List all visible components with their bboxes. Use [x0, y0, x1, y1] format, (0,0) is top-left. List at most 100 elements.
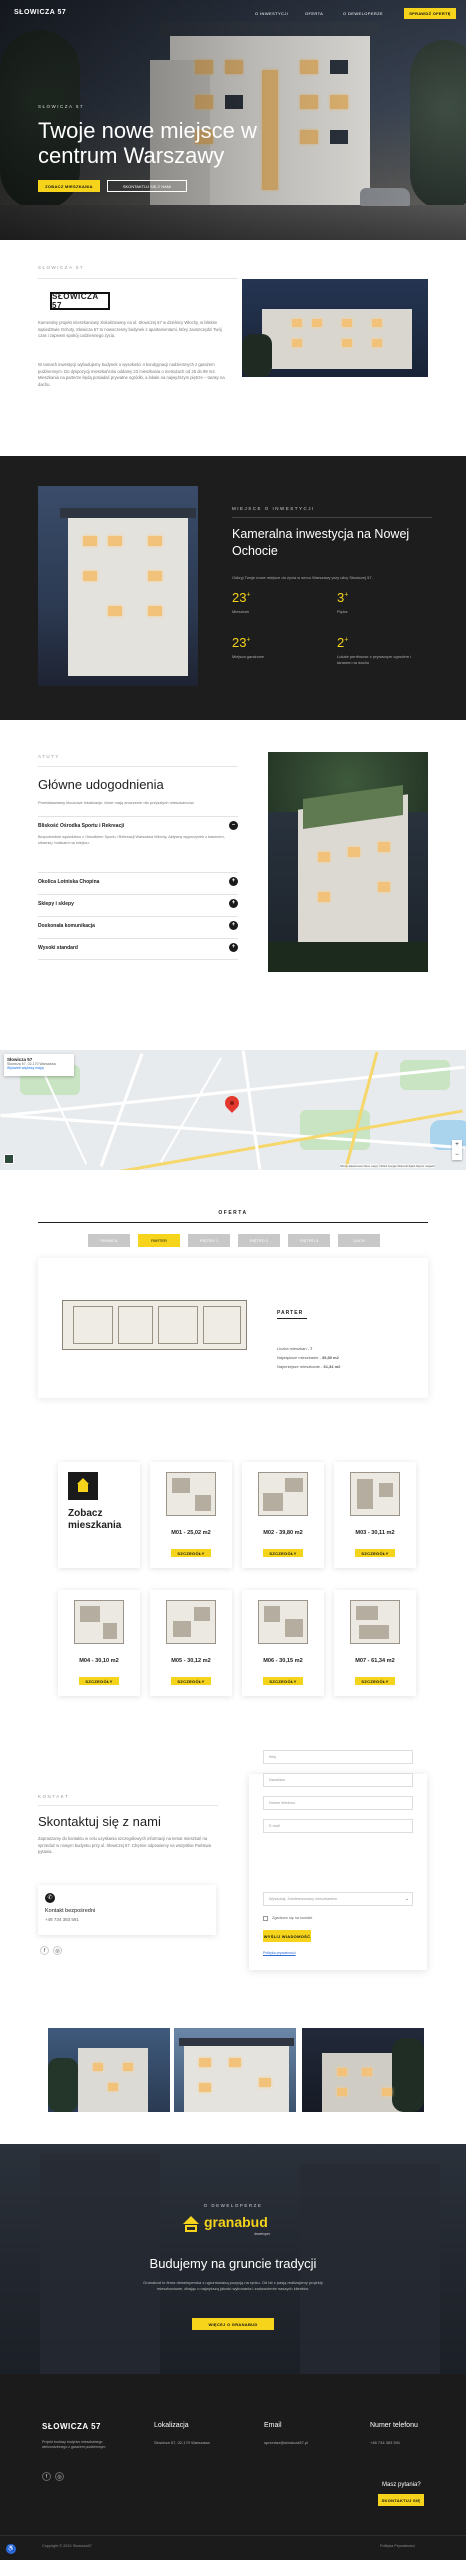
map-larger-link[interactable]: Wyświetl większą mapę	[7, 1066, 71, 1070]
accordion-toggle-icon[interactable]: +	[229, 921, 238, 930]
hero-secondary-button[interactable]: SKONTAKTUJ SIĘ Z NAMI	[107, 180, 187, 192]
gallery-image-2[interactable]	[174, 2028, 296, 2112]
nav-link-developer[interactable]: O DEWELOPERZE	[343, 11, 383, 16]
unit-card-m04[interactable]: M04 - 30,10 m2 SZCZEGÓŁY	[58, 1590, 140, 1696]
tab-ground-floor[interactable]: PARTER	[138, 1234, 180, 1247]
invest-window	[148, 606, 162, 616]
stat-1-label: Mieszkań	[232, 609, 249, 614]
nav-link-offer[interactable]: OFERTA	[305, 11, 323, 16]
unit-card-m05[interactable]: M05 - 30,12 m2 SZCZEGÓŁY	[150, 1590, 232, 1696]
form-last-name[interactable]: Nazwisko	[263, 1773, 413, 1787]
about-tree	[242, 334, 272, 377]
amenity-item-shops[interactable]: Sklepy i sklepy +	[38, 894, 238, 916]
invest-eyebrow: MIEJSCE O INWESTYCJI	[232, 506, 315, 511]
nav-link-investment[interactable]: O INWESTYCJI	[255, 11, 288, 16]
amenity-item-sport[interactable]: Bliskość Ośrodka Sportu i Rekreacji – Be…	[38, 816, 238, 874]
instagram-icon[interactable]: ◎	[53, 1946, 62, 1955]
about-paragraph-2: W ramach inwestycji wybudujemy budynek o…	[38, 362, 225, 387]
form-select[interactable]: Wyszukaj: Zainteresowany mieszkaniem	[263, 1892, 413, 1906]
facebook-icon[interactable]: f	[40, 1946, 49, 1955]
invest-window	[83, 571, 97, 581]
aerial-window	[318, 852, 330, 862]
footer-privacy-link[interactable]: Polityka Prywatności	[380, 2544, 415, 2548]
form-submit-button[interactable]: WYŚLIJ WIADOMOŚĆ	[263, 1930, 311, 1942]
tab-floor-3[interactable]: PIĘTRO 3	[288, 1234, 330, 1247]
tab-floor-2[interactable]: PIĘTRO 2	[238, 1234, 280, 1247]
unit-details-button[interactable]: SZCZEGÓŁY	[171, 1677, 211, 1685]
unit-name: M04 - 30,10 m2	[79, 1658, 119, 1664]
gallery-window	[362, 2068, 372, 2076]
amenity-item-standard[interactable]: Wysoki standard +	[38, 938, 238, 960]
gallery-image-1[interactable]	[48, 2028, 170, 2112]
gallery-window	[93, 2063, 103, 2071]
unit-card-m03[interactable]: M03 - 30,11 m2 SZCZEGÓŁY	[334, 1462, 416, 1568]
unit-name: M02 - 39,80 m2	[263, 1530, 303, 1536]
offer-heading: OFERTA	[218, 1210, 248, 1216]
nav-cta-button[interactable]: SPRAWDŹ OFERTĘ	[404, 8, 456, 19]
unit-name: M06 - 30,15 m2	[263, 1658, 303, 1664]
footer	[0, 2374, 466, 2560]
amenity-item-transport[interactable]: Doskonała komunikacja +	[38, 916, 238, 938]
gallery-window	[382, 2088, 392, 2096]
footer-email-link[interactable]: sprzedaz@slowicza57.pl	[264, 2440, 308, 2445]
footer-facebook-icon[interactable]: f	[42, 2472, 51, 2481]
unit-card-m02[interactable]: M02 - 39,80 m2 SZCZEGÓŁY	[242, 1462, 324, 1568]
map-road	[99, 1053, 144, 1167]
stat-3-label: Miejsca garażowe	[232, 654, 265, 659]
form-first-name[interactable]: Imię	[263, 1750, 413, 1764]
unit-details-button[interactable]: SZCZEGÓŁY	[79, 1677, 119, 1685]
footer-logo[interactable]: SŁOWICZA 57	[42, 2422, 101, 2431]
invest-window	[108, 536, 122, 546]
about-building-image	[242, 279, 428, 377]
unit-details-button[interactable]: SZCZEGÓŁY	[263, 1549, 303, 1557]
map-satellite-toggle[interactable]	[4, 1154, 14, 1164]
tab-basement[interactable]: PIWNICA	[88, 1234, 130, 1247]
unit-card-m07[interactable]: M07 - 61,34 m2 SZCZEGÓŁY	[334, 1590, 416, 1696]
gallery-window	[259, 2078, 271, 2087]
footer-phone-link[interactable]: +48 734 383 591	[370, 2440, 400, 2445]
floor-plan-image[interactable]	[62, 1300, 247, 1350]
gallery-image-3[interactable]	[302, 2028, 424, 2112]
developer-paragraph: Granabud to firma deweloperska z ugrunto…	[143, 2280, 323, 2291]
form-email[interactable]: E-mail	[263, 1819, 413, 1833]
invest-roof	[60, 508, 196, 518]
form-privacy-link[interactable]: Polityka prywatności	[263, 1951, 296, 1955]
tab-floor-1[interactable]: PIĘTRO 1	[188, 1234, 230, 1247]
developer-more-button[interactable]: WIĘCEJ O GRANABUD	[192, 2318, 274, 2330]
accordion-toggle-icon[interactable]: +	[229, 877, 238, 886]
hero-eyebrow: SŁOWICZA 57	[38, 104, 85, 109]
house-icon	[68, 1472, 98, 1500]
about-window	[372, 339, 382, 347]
footer-ask-heading: Masz pytania?	[382, 2482, 421, 2488]
unit-details-button[interactable]: SZCZEGÓŁY	[171, 1549, 211, 1557]
unit-card-m01[interactable]: M01 - 25,02 m2 SZCZEGÓŁY	[150, 1462, 232, 1568]
amenities-eyebrow: ATUTY	[38, 754, 60, 759]
unit-details-button[interactable]: SZCZEGÓŁY	[355, 1549, 395, 1557]
map-zoom-controls[interactable]: + −	[452, 1140, 462, 1160]
footer-instagram-icon[interactable]: ◎	[55, 2472, 64, 2481]
unit-card-m06[interactable]: M06 - 30,15 m2 SZCZEGÓŁY	[242, 1590, 324, 1696]
phone-icon: ✆	[45, 1893, 55, 1903]
tab-roof[interactable]: DACH	[338, 1234, 380, 1247]
gallery-building	[78, 2048, 148, 2112]
accordion-toggle-icon[interactable]: –	[229, 821, 238, 830]
hero-primary-button[interactable]: ZOBACZ MIESZKANIA	[38, 180, 100, 192]
consent-checkbox[interactable]	[263, 1916, 268, 1921]
accessibility-icon[interactable]: ♿	[6, 2544, 16, 2554]
map-embed[interactable]: Słowicza 57 Słowicza 57, 02-170 Warszawa…	[0, 1050, 466, 1170]
footer-contact-button[interactable]: SKONTAKTUJ SIĘ	[378, 2494, 424, 2506]
accordion-toggle-icon[interactable]: +	[229, 899, 238, 908]
floor-label: PARTER	[277, 1310, 304, 1316]
nav-logo[interactable]: SŁOWICZA 57	[14, 9, 66, 16]
amenities-divider	[38, 766, 238, 767]
form-phone[interactable]: Numer telefonu	[263, 1796, 413, 1810]
contact-phone[interactable]: +48 734 383 591	[45, 1917, 79, 1922]
gallery-building	[184, 2043, 289, 2112]
unit-details-button[interactable]: SZCZEGÓŁY	[355, 1677, 395, 1685]
see-all-card[interactable]: Zobacz mieszkania	[58, 1462, 140, 1568]
stat-2-label: Piętra	[337, 609, 348, 614]
about-building	[262, 309, 412, 369]
unit-details-button[interactable]: SZCZEGÓŁY	[263, 1677, 303, 1685]
accordion-toggle-icon[interactable]: +	[229, 943, 238, 952]
amenity-item-airport[interactable]: Okolica Lotniska Chopina +	[38, 872, 238, 894]
